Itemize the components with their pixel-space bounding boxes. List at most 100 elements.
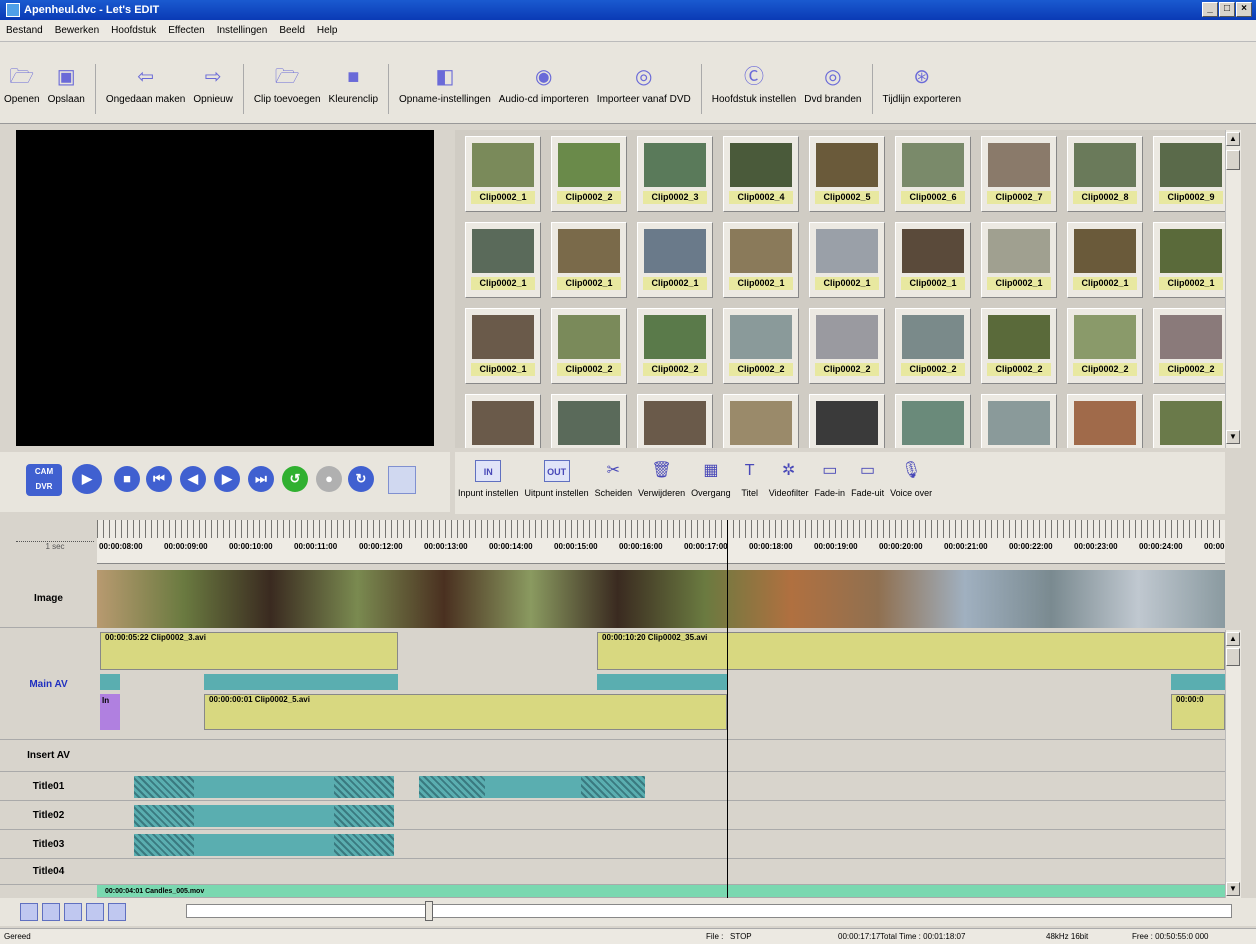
clip-thumbnail[interactable] [637,394,713,448]
title-clip[interactable] [581,776,645,798]
transition-block[interactable] [100,674,120,690]
clip-thumbnail[interactable]: Clip0002_2 [551,308,627,384]
title-clip[interactable] [194,805,334,827]
view-size-button[interactable] [388,466,416,494]
color-clip-button[interactable]: ■ Kleurenclip [325,64,382,105]
title-clip[interactable] [134,805,194,827]
clip-thumbnail[interactable]: Clip0002_2 [895,308,971,384]
track-tool-2[interactable] [42,903,60,921]
menu-effecten[interactable]: Effecten [162,25,211,36]
go-end-button[interactable]: ⏭ [248,466,274,492]
scheiden-button[interactable]: ✂ Scheiden [592,460,636,498]
verwijderen-button[interactable]: 🗑 Verwijderen [635,460,688,498]
timeline-clip-b[interactable]: 00:00:10:20 Clip0002_35.avi [597,632,1225,670]
clip-thumbnail[interactable]: Clip0002_6 [895,136,971,212]
clip-thumbnail[interactable] [895,394,971,448]
title-clip[interactable] [194,834,334,856]
clip-thumbnail[interactable]: Clip0002_5 [809,136,885,212]
export-timeline-button[interactable]: ⊛ Tijdlijn exporteren [879,64,966,105]
title-clip[interactable] [334,805,394,827]
timeline-clip-c[interactable]: 00:00:00:01 Clip0002_5.avi [204,694,727,730]
clip-thumbnail[interactable] [1153,394,1225,448]
loop-button[interactable]: ↺ [282,466,308,492]
menu-bestand[interactable]: Bestand [0,25,49,36]
timeline-scroll-up-icon[interactable]: ▲ [1226,632,1240,646]
open-button[interactable]: 🗁 Openen [0,64,44,105]
video-preview[interactable] [16,130,434,446]
clip-thumbnail[interactable]: Clip0002_1 [465,136,541,212]
scroll-up-icon[interactable]: ▲ [1226,132,1240,146]
clip-thumbnail[interactable]: Clip0002_1 [465,308,541,384]
titel-button[interactable]: T Titel [734,460,766,498]
clip-thumbnail[interactable]: Clip0002_2 [637,308,713,384]
clip-thumbnail[interactable]: Clip0002_1 [895,222,971,298]
clip-thumbnail[interactable] [551,394,627,448]
maximize-button[interactable]: □ [1219,2,1235,17]
dvd-import-button[interactable]: ◎ Importeer vanaf DVD [593,64,695,105]
stop-button[interactable]: ■ [114,466,140,492]
timeline-scrollbar[interactable]: ▲ ▼ [1225,630,1241,898]
videofilter-button[interactable]: ✲ Videofilter [766,460,812,498]
clip-thumbnail[interactable]: Clip0002_1 [1153,222,1225,298]
scroll-thumb[interactable] [1226,150,1240,170]
save-button[interactable]: ▣ Opslaan [44,64,89,105]
track-tool-4[interactable] [86,903,104,921]
timeline-scroll-down-icon[interactable]: ▼ [1226,882,1240,896]
clip-thumbnail[interactable]: Clip0002_2 [723,308,799,384]
close-button[interactable]: × [1236,2,1252,17]
timeline-hscrollbar[interactable] [186,901,1232,921]
title-clip[interactable] [334,776,394,798]
title-clip[interactable] [134,776,194,798]
time-ruler[interactable]: 00:00:08:00 00:00:09:00 00:00:10:00 00:00:1… [97,520,1225,564]
title-clip[interactable] [194,776,334,798]
clip-thumbnail[interactable]: Clip0002_2 [809,308,885,384]
clip-thumbnail[interactable]: Clip0002_3 [637,136,713,212]
reset-button[interactable]: ↻ [348,466,374,492]
title-clip[interactable] [134,834,194,856]
timeline-clip-d[interactable]: 00:00:0 [1171,694,1225,730]
undo-button[interactable]: ⇦ Ongedaan maken [102,64,190,105]
redo-button[interactable]: ⇨ Opnieuw [189,64,236,105]
clip-thumbnail[interactable]: Clip0002_9 [1153,136,1225,212]
audio-clip-strip[interactable]: 00:00:04:01 Candles_005.mov [97,885,1225,898]
cam-dvr-toggle[interactable]: CAM DVR [26,464,62,496]
clip-thumbnail[interactable]: Clip0002_2 [981,308,1057,384]
clip-thumbnail[interactable]: Clip0002_1 [1067,222,1143,298]
clip-thumbnail[interactable]: Clip0002_8 [1067,136,1143,212]
fade-uit-button[interactable]: ▭ Fade-uit [848,460,887,498]
title-clip[interactable] [334,834,394,856]
clip-thumbnail[interactable]: Clip0002_1 [551,222,627,298]
menu-instellingen[interactable]: Instellingen [211,25,274,36]
play-button[interactable]: ▶ [72,464,102,494]
track-tool-3[interactable] [64,903,82,921]
go-start-button[interactable]: ⏮ [146,466,172,492]
clip-thumbnail[interactable]: Clip0002_4 [723,136,799,212]
timeline-scroll-slider[interactable] [425,901,433,921]
step-forward-button[interactable]: ▶ [214,466,240,492]
in-marker[interactable]: In [100,694,120,730]
playhead-line[interactable] [727,520,728,898]
clip-thumbnail[interactable]: Clip0002_1 [809,222,885,298]
timeline-clip-a[interactable]: 00:00:05:22 Clip0002_3.avi [100,632,398,670]
timeline-scroll-thumb[interactable] [1226,648,1240,666]
transition-block[interactable] [1171,674,1225,690]
track-tool-1[interactable] [20,903,38,921]
library-scrollbar[interactable]: ▲ ▼ [1225,130,1241,448]
clip-thumbnail[interactable] [1067,394,1143,448]
transition-block[interactable] [204,674,398,690]
add-clip-button[interactable]: 🗁 Clip toevoegen [250,64,325,105]
burn-dvd-button[interactable]: ◎ Dvd branden [800,64,865,105]
record-button[interactable]: ● [316,466,342,492]
clip-thumbnail[interactable]: Clip0002_1 [637,222,713,298]
title-clip[interactable] [419,776,485,798]
fade-in-button[interactable]: ▭ Fade-in [812,460,849,498]
transition-block[interactable] [597,674,727,690]
uitpunt-instellen-button[interactable]: OUT Uitpunt instellen [522,460,592,498]
clip-thumbnail[interactable]: Clip0002_1 [981,222,1057,298]
menu-bewerken[interactable]: Bewerken [49,25,105,36]
audio-cd-import-button[interactable]: ◉ Audio-cd importeren [495,64,593,105]
scroll-down-icon[interactable]: ▼ [1226,430,1240,444]
menu-help[interactable]: Help [311,25,344,36]
inpunt-instellen-button[interactable]: IN Inpunt instellen [455,460,522,498]
clip-thumbnail[interactable]: Clip0002_2 [1067,308,1143,384]
